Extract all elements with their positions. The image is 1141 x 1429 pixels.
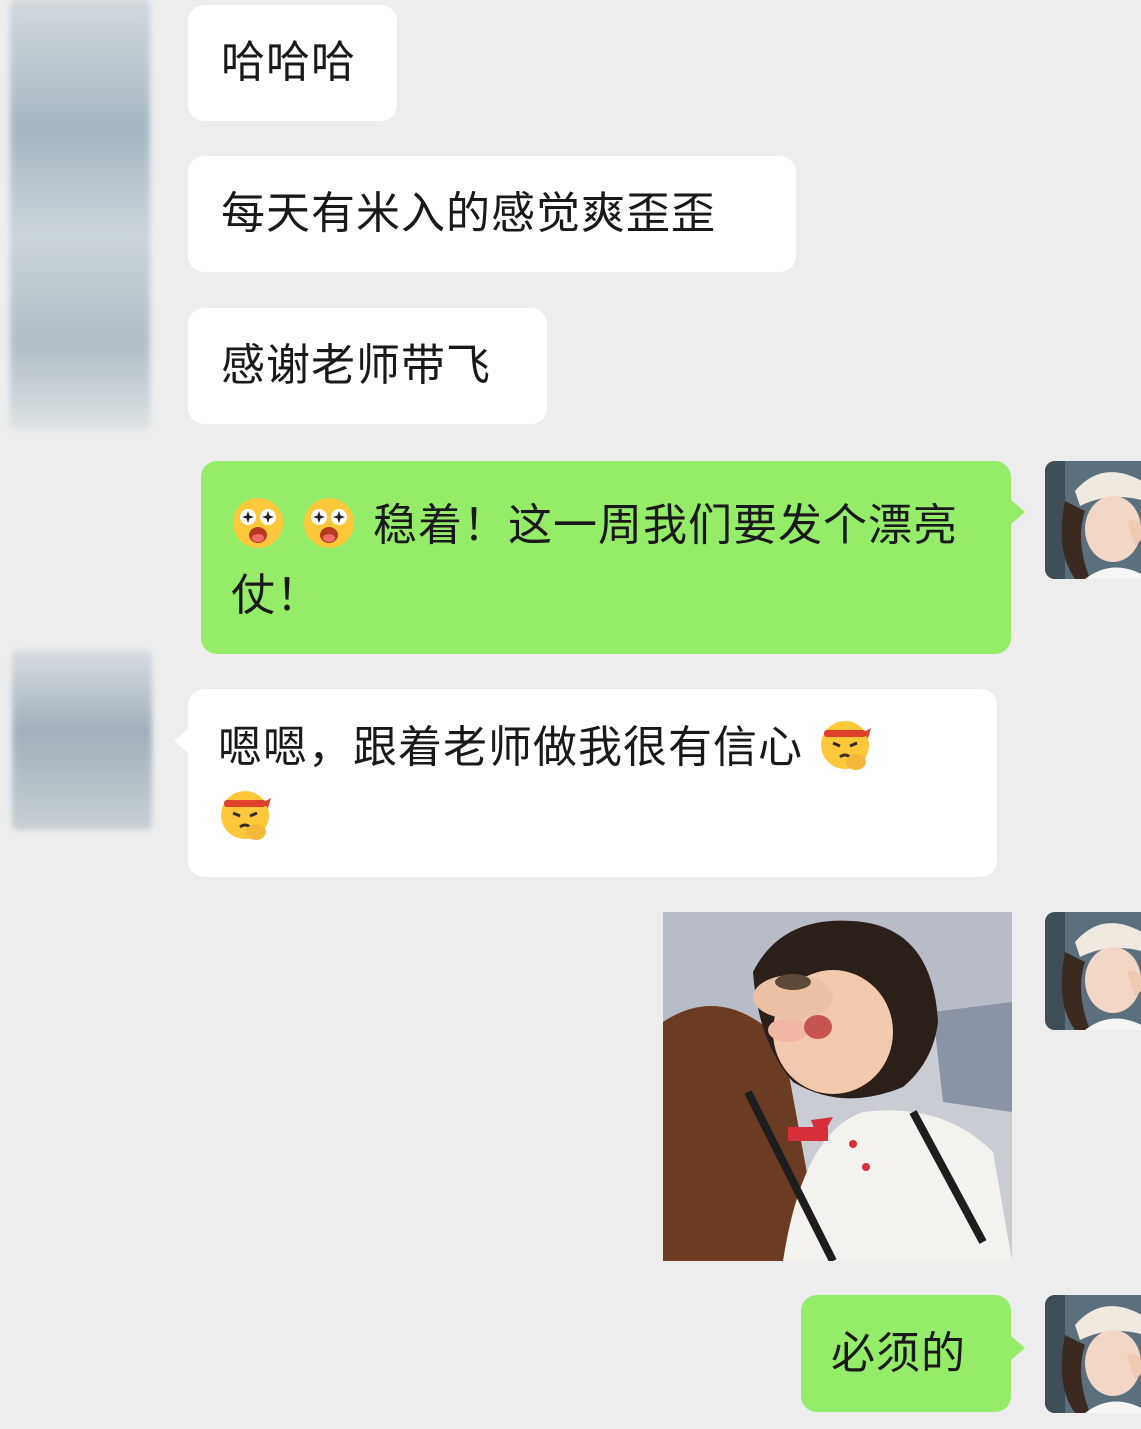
user-avatar[interactable] (1045, 1295, 1141, 1413)
message-text: 必须的 (831, 1328, 966, 1379)
determined-face-emoji (803, 721, 874, 773)
meme-photo[interactable] (663, 912, 1012, 1261)
star-struck-emoji (231, 498, 302, 551)
contact-avatar[interactable] (10, 0, 150, 430)
message-bubble-incoming[interactable]: 嗯嗯，跟着老师做我很有信心 (188, 689, 997, 877)
user-avatar[interactable] (1045, 912, 1141, 1030)
bubble-tail (1011, 1336, 1025, 1360)
message-bubble-outgoing[interactable]: 稳着！这一周我们要发个漂亮仗！ (201, 461, 1011, 654)
message-text: 每天有米入的感觉爽歪歪 (221, 188, 716, 239)
user-avatar[interactable] (1045, 461, 1141, 579)
message-text: 嗯嗯，跟着老师做我很有信心 (218, 722, 803, 773)
message-bubble-incoming[interactable]: 哈哈哈 (188, 5, 397, 121)
message-text: 哈哈哈 (221, 37, 356, 88)
bubble-tail (174, 729, 188, 753)
star-struck-emoji (302, 498, 373, 551)
contact-avatar[interactable] (12, 650, 152, 830)
message-bubble-incoming[interactable]: 每天有米入的感觉爽歪歪 (188, 156, 796, 272)
message-text: 感谢老师带飞 (221, 340, 491, 391)
message-bubble-outgoing[interactable]: 必须的 (801, 1295, 1011, 1412)
bubble-tail (1011, 500, 1025, 524)
determined-face-emoji (218, 791, 274, 843)
message-bubble-incoming[interactable]: 感谢老师带飞 (188, 308, 547, 424)
